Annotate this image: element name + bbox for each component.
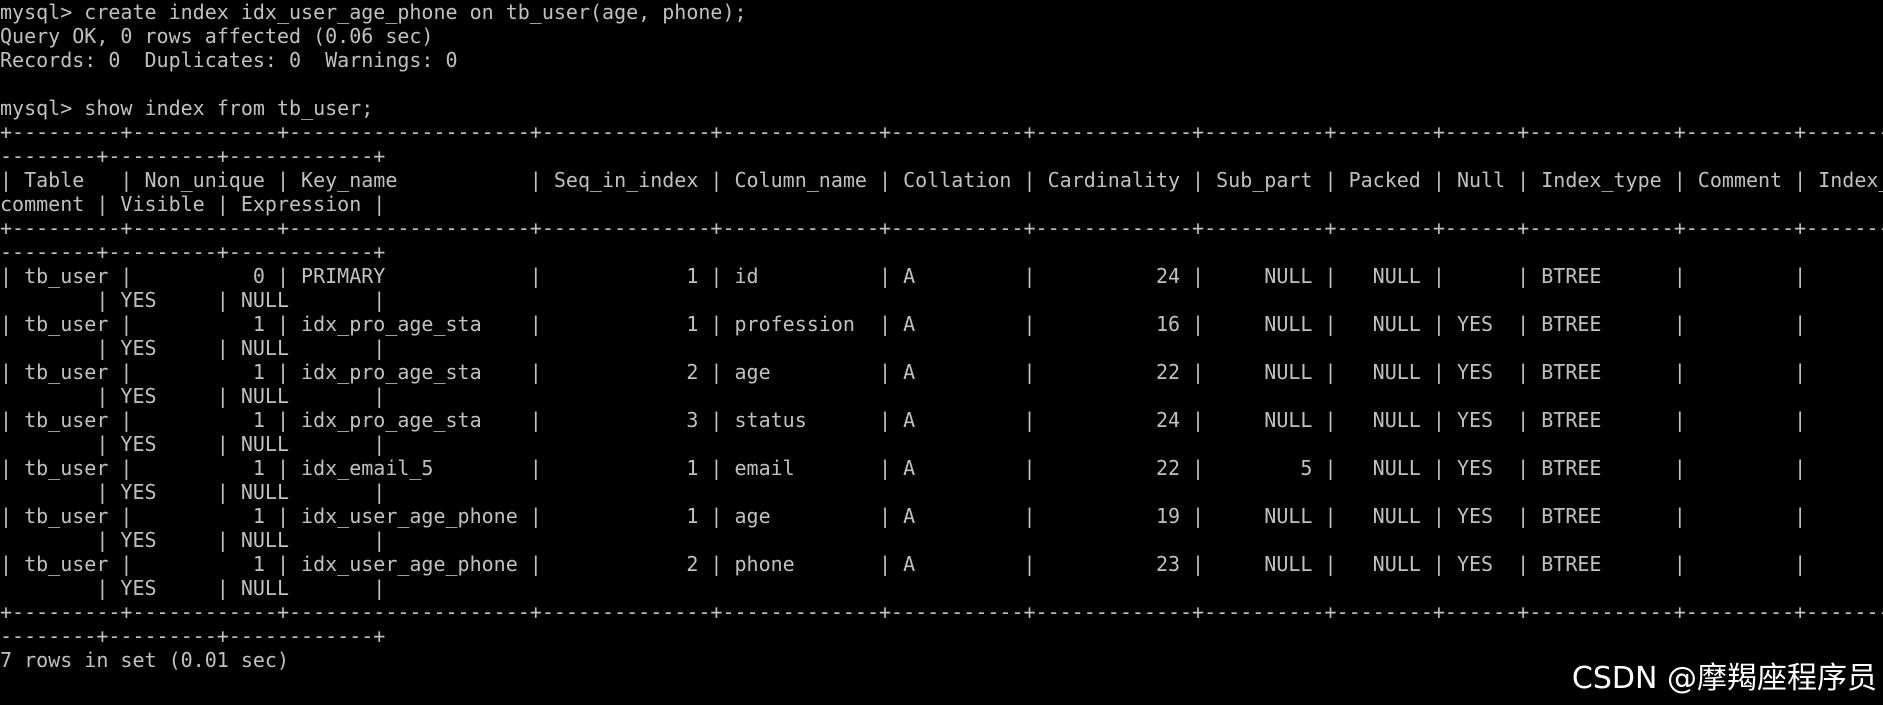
table-row: | YES | NULL | (0, 432, 386, 456)
table-border: --------+---------+------------+ (0, 144, 386, 168)
console-output[interactable]: mysql> create index idx_user_age_phone o… (0, 0, 1883, 672)
console-line: mysql> show index from tb_user; (0, 96, 374, 120)
table-row: | tb_user | 1 | idx_pro_age_sta | 1 | pr… (0, 312, 1807, 336)
table-row: | YES | NULL | (0, 576, 386, 600)
table-row: | YES | NULL | (0, 288, 386, 312)
csdn-watermark: CSDN @摩羯座程序员 (1571, 661, 1877, 696)
table-row: | tb_user | 1 | idx_pro_age_sta | 2 | ag… (0, 360, 1807, 384)
table-row: | YES | NULL | (0, 336, 386, 360)
console-line: Query OK, 0 rows affected (0.06 sec) (0, 24, 434, 48)
console-line: mysql> create index idx_user_age_phone o… (0, 0, 747, 24)
table-row: | tb_user | 1 | idx_user_age_phone | 2 |… (0, 552, 1807, 576)
table-row: | tb_user | 1 | idx_user_age_phone | 1 |… (0, 504, 1807, 528)
table-row: | tb_user | 1 | idx_pro_age_sta | 3 | st… (0, 408, 1807, 432)
table-row: | YES | NULL | (0, 480, 386, 504)
table-row: | YES | NULL | (0, 528, 386, 552)
table-border: --------+---------+------------+ (0, 624, 386, 648)
table-border: +---------+------------+----------------… (0, 216, 1883, 240)
table-row: | YES | NULL | (0, 384, 386, 408)
table-border: --------+---------+------------+ (0, 240, 386, 264)
table-row: | tb_user | 1 | idx_email_5 | 1 | email … (0, 456, 1807, 480)
table-row: | tb_user | 0 | PRIMARY | 1 | id | A | 2… (0, 264, 1807, 288)
table-header: | Table | Non_unique | Key_name | Seq_in… (0, 168, 1883, 192)
console-line: Records: 0 Duplicates: 0 Warnings: 0 (0, 48, 458, 72)
table-border: +---------+------------+----------------… (0, 120, 1883, 144)
terminal-window[interactable]: mysql> create index idx_user_age_phone o… (0, 0, 1883, 705)
table-header: comment | Visible | Expression | (0, 192, 386, 216)
table-border: +---------+------------+----------------… (0, 600, 1883, 624)
